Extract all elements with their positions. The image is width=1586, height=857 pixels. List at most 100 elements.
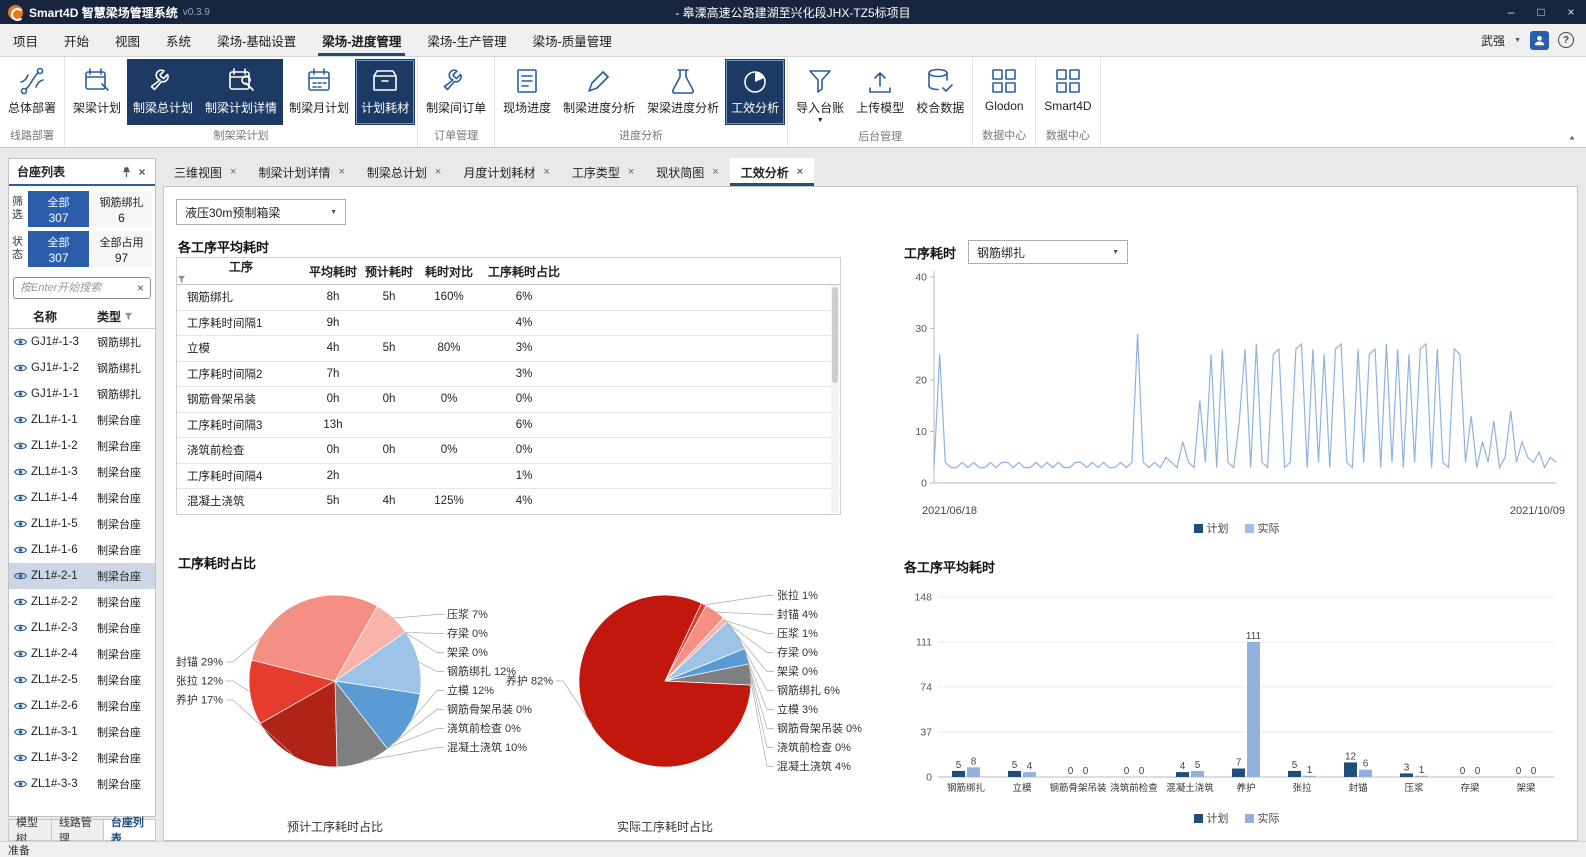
- seat-row[interactable]: ZL1#-1-5制梁台座: [9, 511, 155, 537]
- ribbon-button[interactable]: Smart4D: [1038, 59, 1097, 125]
- eye-icon[interactable]: [9, 363, 31, 373]
- maximize-button[interactable]: □: [1526, 0, 1556, 24]
- eye-icon[interactable]: [9, 597, 31, 607]
- eye-icon[interactable]: [9, 779, 31, 789]
- seat-row[interactable]: ZL1#-3-2制梁台座: [9, 745, 155, 771]
- ribbon-collapse-icon[interactable]: ▲: [1568, 134, 1576, 141]
- sidebar-tab[interactable]: 台座列表: [104, 819, 156, 841]
- table-scrollbar[interactable]: [831, 285, 839, 513]
- seat-row[interactable]: ZL1#-1-3制梁台座: [9, 459, 155, 485]
- pin-icon[interactable]: [118, 164, 134, 180]
- process-dropdown[interactable]: 钢筋绑扎 ▼: [968, 240, 1128, 264]
- tab-close-icon[interactable]: ×: [435, 166, 441, 178]
- eye-icon[interactable]: [9, 493, 31, 503]
- eye-icon[interactable]: [9, 571, 31, 581]
- column-header-type[interactable]: 类型: [97, 308, 155, 325]
- menu-item[interactable]: 梁场-进度管理: [309, 24, 414, 56]
- eye-icon[interactable]: [9, 415, 31, 425]
- user-avatar[interactable]: [1530, 31, 1549, 50]
- ribbon-button[interactable]: 制梁月计划: [283, 59, 355, 125]
- ribbon-button[interactable]: 架梁计划: [67, 59, 127, 125]
- table-scrollbar-thumb[interactable]: [832, 287, 838, 383]
- seat-row[interactable]: ZL1#-1-6制梁台座: [9, 537, 155, 563]
- ribbon-button[interactable]: 制梁总计划: [127, 59, 199, 125]
- tab-close-icon[interactable]: ×: [797, 166, 803, 178]
- eye-icon[interactable]: [9, 675, 31, 685]
- ribbon-button[interactable]: Glodon: [975, 59, 1033, 125]
- ribbon-button[interactable]: 制梁进度分析: [557, 59, 641, 125]
- search-clear-icon[interactable]: ×: [137, 281, 144, 295]
- sidebar-tab[interactable]: 模型树: [8, 819, 52, 841]
- help-icon[interactable]: ?: [1558, 32, 1574, 48]
- table-column-header[interactable]: 预计耗时: [361, 258, 417, 285]
- seat-row[interactable]: GJ1#-1-2钢筋绑扎: [9, 355, 155, 381]
- eye-icon[interactable]: [9, 545, 31, 555]
- menu-item[interactable]: 系统: [153, 24, 204, 56]
- tab-close-icon[interactable]: ×: [712, 166, 718, 178]
- document-tab[interactable]: 月度计划耗材×: [452, 158, 560, 186]
- user-caret-icon[interactable]: ▼: [1514, 37, 1521, 44]
- minimize-button[interactable]: –: [1496, 0, 1526, 24]
- eye-icon[interactable]: [9, 623, 31, 633]
- tab-close-icon[interactable]: ×: [338, 166, 344, 178]
- document-tab[interactable]: 制梁总计划×: [356, 158, 452, 186]
- menu-item[interactable]: 梁场-质量管理: [520, 24, 625, 56]
- menu-item[interactable]: 开始: [51, 24, 102, 56]
- seat-row[interactable]: ZL1#-1-4制梁台座: [9, 485, 155, 511]
- eye-icon[interactable]: [9, 701, 31, 711]
- menu-item[interactable]: 项目: [0, 24, 51, 56]
- table-column-header[interactable]: 工序耗时占比: [481, 258, 567, 285]
- seat-row[interactable]: ZL1#-3-3制梁台座: [9, 771, 155, 797]
- search-input[interactable]: [20, 282, 134, 294]
- ribbon-button[interactable]: 现场进度: [497, 59, 557, 125]
- seat-row[interactable]: ZL1#-3-1制梁台座: [9, 719, 155, 745]
- seat-row[interactable]: ZL1#-1-2制梁台座: [9, 433, 155, 459]
- ribbon-button[interactable]: 上传模型: [850, 59, 910, 126]
- ribbon-button[interactable]: 制梁计划详情: [199, 59, 283, 125]
- close-button[interactable]: ×: [1556, 0, 1586, 24]
- eye-icon[interactable]: [9, 649, 31, 659]
- filter-cell[interactable]: 钢筋绑扎6: [91, 191, 152, 227]
- user-name[interactable]: 武强: [1481, 32, 1505, 49]
- seat-row[interactable]: ZL1#-2-6制梁台座: [9, 693, 155, 719]
- seat-row[interactable]: ZL1#-2-4制梁台座: [9, 641, 155, 667]
- table-column-header[interactable]: 耗时对比: [417, 258, 481, 285]
- table-column-header[interactable]: 平均耗时: [305, 258, 361, 285]
- menu-item[interactable]: 梁场-生产管理: [414, 24, 519, 56]
- filter-cell[interactable]: 全部占用97: [91, 231, 152, 267]
- seat-row[interactable]: ZL1#-1-1制梁台座: [9, 407, 155, 433]
- seat-row[interactable]: ZL1#-2-2制梁台座: [9, 589, 155, 615]
- eye-icon[interactable]: [9, 727, 31, 737]
- panel-close-icon[interactable]: ×: [134, 164, 150, 180]
- seat-row[interactable]: ZL1#-2-3制梁台座: [9, 615, 155, 641]
- ribbon-button[interactable]: 校合数据: [910, 59, 970, 126]
- document-tab[interactable]: 三维视图×: [163, 158, 247, 186]
- ribbon-button[interactable]: 导入台账▼: [790, 59, 850, 126]
- tab-close-icon[interactable]: ×: [628, 166, 634, 178]
- document-tab[interactable]: 工序类型×: [561, 158, 645, 186]
- filter-cell[interactable]: 全部307: [28, 191, 89, 227]
- document-tab[interactable]: 工效分析×: [730, 158, 814, 186]
- tab-close-icon[interactable]: ×: [230, 166, 236, 178]
- eye-icon[interactable]: [9, 467, 31, 477]
- ribbon-button[interactable]: 工效分析: [725, 59, 785, 125]
- beam-type-dropdown[interactable]: 液压30m预制箱梁 ▼: [176, 199, 346, 225]
- menu-item[interactable]: 视图: [102, 24, 153, 56]
- table-column-header[interactable]: 工序: [177, 258, 305, 285]
- eye-icon[interactable]: [9, 389, 31, 399]
- document-tab[interactable]: 现状简图×: [645, 158, 729, 186]
- tab-close-icon[interactable]: ×: [543, 166, 549, 178]
- ribbon-button[interactable]: 架梁进度分析: [641, 59, 725, 125]
- seat-row[interactable]: ZL1#-2-5制梁台座: [9, 667, 155, 693]
- filter-cell[interactable]: 全部307: [28, 231, 89, 267]
- filter-icon[interactable]: [177, 275, 305, 284]
- seat-row[interactable]: GJ1#-1-1钢筋绑扎: [9, 381, 155, 407]
- ribbon-button[interactable]: 制梁间订单: [420, 59, 492, 125]
- sidebar-tab[interactable]: 线路管理: [52, 819, 104, 841]
- seat-row[interactable]: GJ1#-1-3钢筋绑扎: [9, 329, 155, 355]
- menu-item[interactable]: 梁场-基础设置: [204, 24, 309, 56]
- eye-icon[interactable]: [9, 519, 31, 529]
- eye-icon[interactable]: [9, 337, 31, 347]
- seat-row[interactable]: ZL1#-2-1制梁台座: [9, 563, 155, 589]
- column-header-name[interactable]: 名称: [9, 308, 97, 325]
